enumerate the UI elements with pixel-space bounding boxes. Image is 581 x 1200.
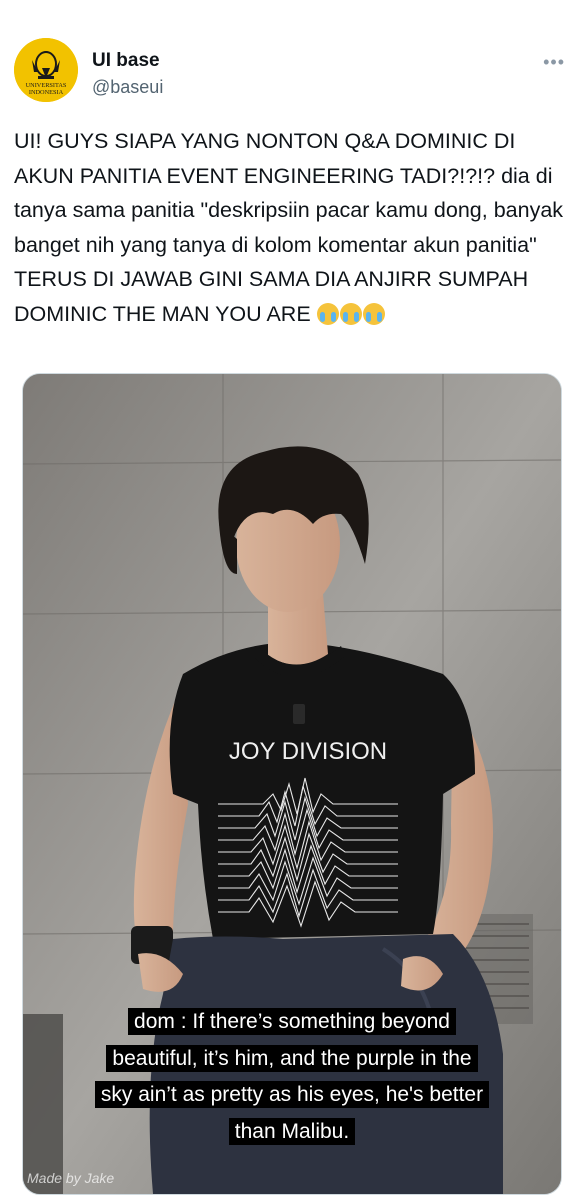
- more-horizontal-icon[interactable]: •••: [543, 52, 565, 73]
- display-name[interactable]: UI base: [92, 50, 160, 72]
- crying-emoji-icon: [339, 302, 362, 325]
- avatar[interactable]: UNIVERSITAS INDONESIA: [14, 38, 78, 102]
- svg-text:INDONESIA: INDONESIA: [29, 89, 64, 96]
- watermark: Made by Jake: [27, 1170, 115, 1186]
- subtitle-line: dom : If there’s something beyond: [128, 1008, 456, 1035]
- svg-text:UNIVERSITAS: UNIVERSITAS: [26, 82, 67, 89]
- tweet-body: UI! GUYS SIAPA YANG NONTON Q&A DOMINIC D…: [14, 129, 564, 326]
- subtitle-line: than Malibu.: [228, 1117, 356, 1145]
- tweet-media-image[interactable]: JOY DIVISION dom : If there’s something …: [22, 373, 562, 1195]
- crying-emoji-icon: [362, 302, 385, 325]
- crying-emoji-icon: [316, 302, 339, 325]
- tweet: UNIVERSITAS INDONESIA UI base @baseui ••…: [0, 0, 581, 1200]
- video-subtitle: dom : If there’s something beyond beauti…: [23, 1004, 561, 1150]
- university-seal-icon: UNIVERSITAS INDONESIA: [14, 38, 78, 102]
- subtitle-line: beautiful, it’s him, and the purple in t…: [106, 1044, 478, 1072]
- user-handle[interactable]: @baseui: [92, 76, 163, 98]
- tweet-text: UI! GUYS SIAPA YANG NONTON Q&A DOMINIC D…: [14, 124, 569, 331]
- subtitle-line: sky ain’t as pretty as his eyes, he's be…: [94, 1081, 490, 1108]
- shirt-print-text: JOY DIVISION: [229, 738, 387, 765]
